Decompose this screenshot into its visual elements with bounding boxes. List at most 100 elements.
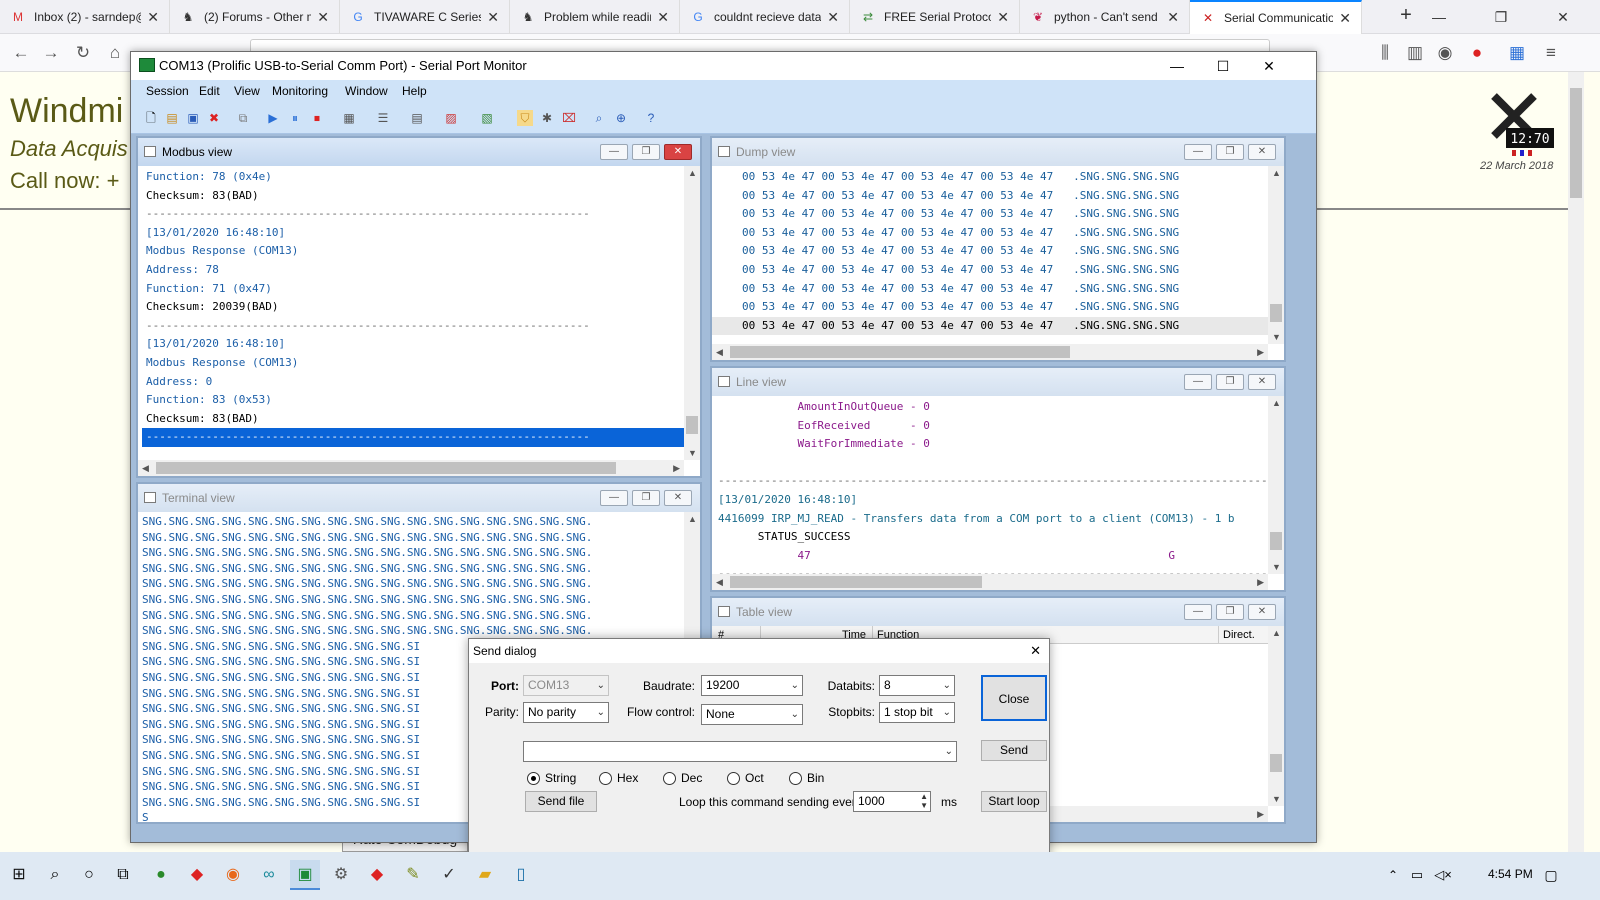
windows-start-icon[interactable]: ⊞ [4, 860, 34, 890]
modbus-log-line[interactable]: Function: 78 (0x4e) [146, 168, 684, 187]
tab-close-icon[interactable]: ✕ [827, 9, 839, 26]
line-log[interactable]: AmountInOutQueue - 0 EofReceived - 0 Wai… [712, 396, 1268, 574]
layout-icon[interactable]: ▦ [341, 110, 357, 126]
start-monitoring-icon[interactable]: ▶ [265, 110, 281, 126]
browser-tab[interactable]: ♞ (2) Forums - Other m ✕ [170, 0, 340, 34]
settings-gear-icon[interactable]: ⚙ [326, 860, 356, 890]
browser-tab[interactable]: ♞ Problem while readin ✕ [510, 0, 680, 34]
line-minimize-button[interactable]: — [1184, 374, 1212, 390]
browser-tab[interactable]: ❦ python - Can't send ✕ [1020, 0, 1190, 34]
page-scrollbar-thumb[interactable] [1570, 88, 1582, 198]
dump-close-button[interactable]: ✕ [1248, 144, 1276, 160]
taskbar-clock[interactable]: 4:54 PM [1488, 867, 1533, 881]
line-log-line[interactable]: EofReceived - 0 [718, 417, 1268, 436]
loop-interval-input[interactable]: 1000 ▲ ▼ [853, 791, 931, 812]
send-button[interactable]: Send [981, 740, 1047, 761]
line-log-line[interactable] [718, 454, 1268, 473]
parity-select[interactable]: No parity ⌄ [523, 702, 609, 723]
table-minimize-button[interactable]: — [1184, 604, 1212, 620]
dump-row[interactable]: 00 53 4e 47 00 53 4e 47 00 53 4e 47 00 5… [742, 298, 1268, 317]
table-restore-button[interactable]: ❐ [1216, 604, 1244, 620]
dump-row[interactable]: 00 53 4e 47 00 53 4e 47 00 53 4e 47 00 5… [712, 316, 1268, 336]
extensions-icon[interactable]: ▦ [1506, 42, 1528, 64]
tab-close-icon[interactable]: ✕ [997, 9, 1009, 26]
line-log-line[interactable]: 4416099 IRP_MJ_READ - Transfers data fro… [718, 510, 1268, 529]
app-minimize-button[interactable]: — [1154, 52, 1200, 80]
modbus-log-line[interactable]: Checksum: 20039(BAD) [146, 298, 684, 317]
line-vscrollbar[interactable]: ▲ ▼ [1268, 396, 1284, 574]
table-vscrollbar[interactable]: ▲ ▼ [1268, 626, 1284, 806]
app-maximize-button[interactable]: ☐ [1200, 52, 1246, 80]
close-button[interactable]: Close [981, 675, 1047, 721]
line-log-line[interactable]: ----------------------------------------… [718, 565, 1268, 574]
remove-filter-icon[interactable]: ⌧ [561, 110, 577, 126]
menu-monitoring[interactable]: Monitoring [272, 84, 328, 98]
modbus-log-line[interactable]: Modbus Response (COM13) [146, 354, 684, 373]
line-hscrollbar[interactable]: ◀ ▶ [712, 574, 1268, 590]
baudrate-select[interactable]: 19200 ⌄ [701, 675, 803, 696]
dump-row[interactable]: 00 53 4e 47 00 53 4e 47 00 53 4e 47 00 5… [742, 168, 1268, 187]
account-icon[interactable]: ◉ [1434, 42, 1456, 64]
loop-spinner-icon[interactable]: ▲ ▼ [920, 792, 928, 810]
modbus-selected-line[interactable]: ----------------------------------------… [142, 428, 684, 447]
app-red-box-icon[interactable]: ◆ [362, 860, 392, 890]
document-icon[interactable]: ▯ [506, 860, 536, 890]
modbus-vscrollbar[interactable]: ▲ ▼ [684, 166, 700, 460]
tab-close-icon[interactable]: ✕ [1339, 10, 1351, 27]
command-input[interactable]: ⌄ [523, 741, 957, 762]
menu-view[interactable]: View [234, 84, 260, 98]
dump-hex-area[interactable]: 00 53 4e 47 00 53 4e 47 00 53 4e 47 00 5… [712, 166, 1268, 344]
adblock-icon[interactable]: ● [1466, 42, 1488, 64]
modbus-minimize-button[interactable]: — [600, 144, 628, 160]
tab-close-icon[interactable]: ✕ [147, 9, 159, 26]
line-restore-button[interactable]: ❐ [1216, 374, 1244, 390]
modbus-hscrollbar[interactable]: ◀ ▶ [138, 460, 684, 476]
dump-row[interactable]: 00 53 4e 47 00 53 4e 47 00 53 4e 47 00 5… [742, 205, 1268, 224]
line-log-line[interactable]: ----------------------------------------… [718, 472, 1268, 491]
browser-tab[interactable]: Gcouldnt recieve data ✕ [680, 0, 850, 34]
dump-vscrollbar[interactable]: ▲ ▼ [1268, 166, 1284, 344]
radio-string[interactable]: String [527, 771, 576, 785]
modbus-log[interactable]: Function: 78 (0x4e) Checksum: 83(BAD) ----… [138, 166, 684, 460]
find-next-icon[interactable]: ⊕ [613, 110, 629, 126]
arduino-icon[interactable]: ∞ [254, 860, 284, 890]
library-icon[interactable]: ⫼ [1374, 42, 1396, 64]
copy-icon[interactable]: ⧉ [235, 110, 251, 126]
modbus-log-line[interactable]: Address: 0 [146, 373, 684, 392]
modbus-log-line[interactable]: Function: 83 (0x53) [146, 391, 684, 410]
terminal-line[interactable]: SNG.SNG.SNG.SNG.SNG.SNG.SNG.SNG.SNG.SNG.… [142, 561, 684, 577]
restore-browser-button[interactable]: ❐ [1478, 0, 1524, 34]
line-log-line[interactable]: STATUS_SUCCESS [718, 528, 1268, 547]
new-session-icon[interactable]: 🗋 [143, 110, 159, 126]
browser-tab[interactable]: ✕ Serial Communicatio ✕ [1190, 0, 1362, 34]
flow-control-select[interactable]: None ⌄ [701, 704, 803, 725]
dump-row[interactable]: 00 53 4e 47 00 53 4e 47 00 53 4e 47 00 5… [742, 187, 1268, 206]
terminal-line[interactable]: SNG.SNG.SNG.SNG.SNG.SNG.SNG.SNG.SNG.SNG.… [142, 514, 684, 530]
terminal-line[interactable]: SNG.SNG.SNG.SNG.SNG.SNG.SNG.SNG.SNG.SNG.… [142, 623, 684, 639]
home-icon[interactable]: ⌂ [104, 42, 126, 64]
save-icon[interactable]: ▣ [185, 110, 201, 126]
app-close-button[interactable]: ✕ [1246, 52, 1292, 80]
terminal-restore-button[interactable]: ❐ [632, 490, 660, 506]
notepad-icon[interactable]: ✎ [398, 860, 428, 890]
dump-minimize-button[interactable]: — [1184, 144, 1212, 160]
back-icon[interactable]: ← [10, 42, 32, 64]
help-icon[interactable]: ? [643, 110, 659, 126]
modbus-log-line[interactable]: [13/01/2020 16:48:10] [146, 335, 684, 354]
tab-close-icon[interactable]: ✕ [317, 9, 329, 26]
modbus-log-line[interactable]: Checksum: 83(BAD) [146, 410, 684, 429]
terminal-line[interactable]: SNG.SNG.SNG.SNG.SNG.SNG.SNG.SNG.SNG.SNG.… [142, 608, 684, 624]
browser-tab[interactable]: ⇄ FREE Serial Protocol A ✕ [850, 0, 1020, 34]
clear-icon[interactable]: ▨ [443, 110, 459, 126]
modbus-log-line[interactable]: Function: 71 (0x47) [146, 280, 684, 299]
dump-row[interactable]: 00 53 4e 47 00 53 4e 47 00 53 4e 47 00 5… [742, 242, 1268, 261]
modbus-close-button[interactable]: ✕ [664, 144, 692, 160]
start-loop-button[interactable]: Start loop [981, 791, 1047, 812]
radio-hex[interactable]: Hex [599, 771, 638, 785]
terminal-minimize-button[interactable]: — [600, 490, 628, 506]
terminal-close-button[interactable]: ✕ [664, 490, 692, 506]
send-file-button[interactable]: Send file [525, 791, 597, 812]
line-log-line[interactable]: [13/01/2020 16:48:10] [718, 491, 1268, 510]
modbus-log-line[interactable]: Checksum: 83(BAD) [146, 187, 684, 206]
modbus-log-line[interactable]: ----------------------------------------… [146, 205, 684, 224]
